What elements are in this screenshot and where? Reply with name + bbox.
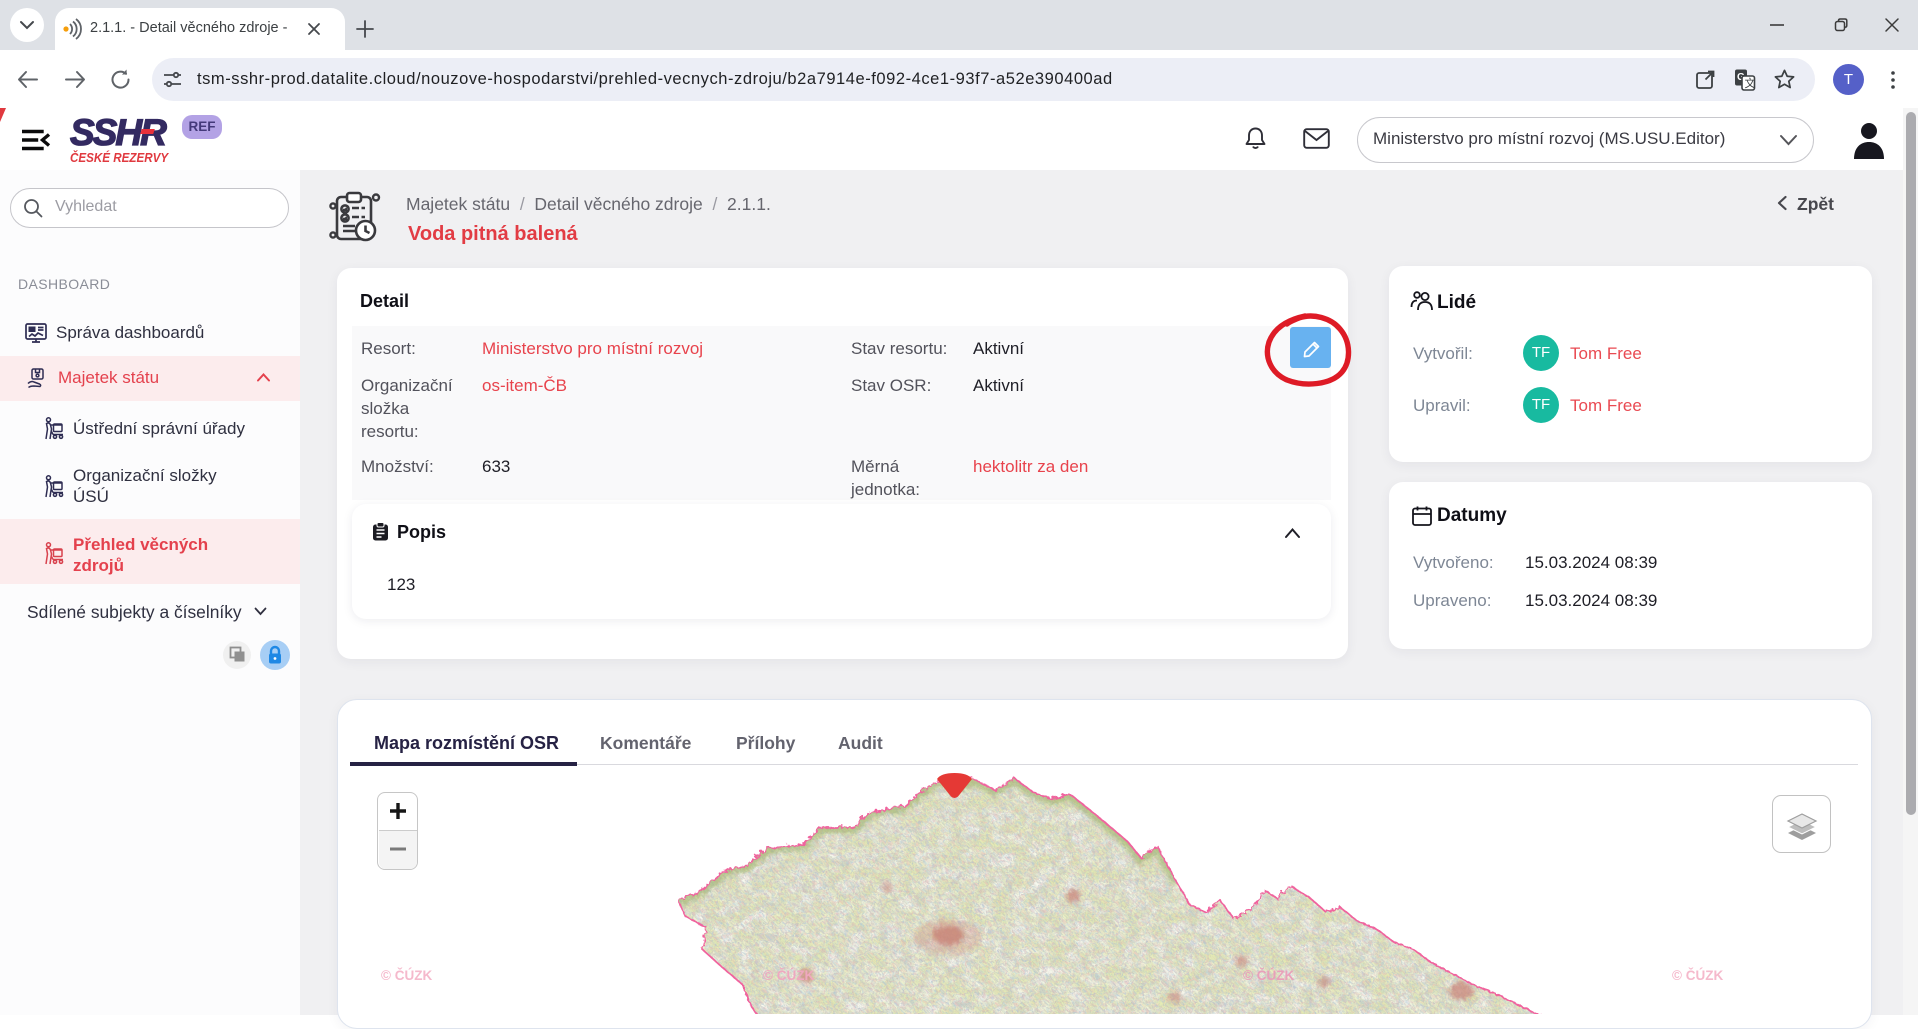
svg-text:© ČÚZK: © ČÚZK <box>1243 968 1294 983</box>
svg-text:© ČÚZK: © ČÚZK <box>1672 968 1723 983</box>
svg-text:文: 文 <box>1745 76 1756 90</box>
svg-text:© ČÚZK: © ČÚZK <box>381 968 432 983</box>
svg-text:© ČÚZK: © ČÚZK <box>763 968 814 983</box>
